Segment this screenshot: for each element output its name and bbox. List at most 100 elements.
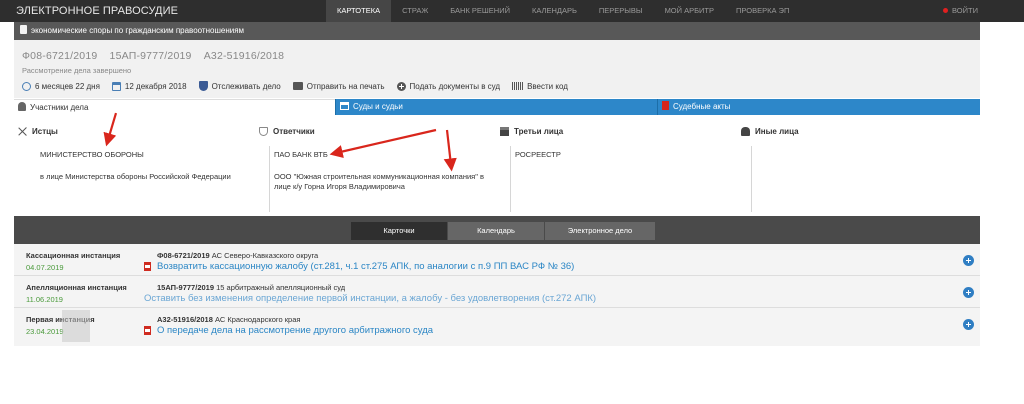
defendants-heading: Ответчики [259, 127, 315, 136]
instance-date: 04.07.2019 [26, 263, 64, 272]
third-parties-list: РОСРЕЕСТР [510, 146, 736, 212]
person-icon [18, 102, 26, 112]
instance-row-cassation: Кассационная инстанция 04.07.2019 Ф08-67… [14, 246, 980, 276]
case-numbers: Ф08-6721/2019 15АП-9777/2019 А32-51916/2… [22, 50, 293, 62]
case-number-cassation: Ф08-6721/2019 [22, 50, 98, 62]
instance-court-name: АС Северо-Кавказского округа [211, 251, 319, 260]
person-icon [741, 127, 750, 136]
barcode-icon [512, 82, 524, 90]
other-persons-heading: Иные лица [741, 127, 799, 136]
instance-level: Апелляционная инстанция [26, 283, 127, 292]
case-duration: 6 месяцев 22 дня [22, 81, 100, 91]
other-persons-title: Иные лица [755, 127, 799, 136]
nav-proverka-ep[interactable]: ПРОВЕРКА ЭП [725, 0, 800, 22]
plus-circle-icon [396, 81, 406, 91]
defendants-list: ПАО БАНК ВТБ ООО "Южная строительная ком… [269, 146, 495, 212]
top-navigation-bar: ЭЛЕКТРОННОЕ ПРАВОСУДИЕ КАРТОТЕКА СТРАЖ Б… [0, 0, 1024, 22]
track-case-button[interactable]: Отслеживать дело [198, 81, 281, 91]
plaintiffs-column: Истцы МИНИСТЕРСТВО ОБОРОНЫ в лице Минист… [18, 116, 256, 212]
instance-case-number: 15АП-9777/2019 [157, 283, 215, 292]
case-category-bar: экономические споры по гражданским право… [14, 22, 980, 40]
instance-act[interactable]: Возвратить кассационную жалобу (ст.281, … [144, 261, 574, 272]
enter-code-label: Ввести код [527, 81, 568, 91]
document-icon [20, 25, 27, 35]
instance-act-link[interactable]: Оставить без изменения определение перво… [144, 293, 596, 304]
courthouse-icon [340, 101, 349, 110]
case-meta-toolbar: 6 месяцев 22 дня 12 декабря 2018 Отслежи… [22, 81, 580, 91]
nav-kalendar[interactable]: КАЛЕНДАРЬ [521, 0, 588, 22]
instance-court: 15АП-9777/2019 15 арбитражный апелляцион… [157, 283, 345, 292]
nav-bank-resheniy[interactable]: БАНК РЕШЕНИЙ [439, 0, 521, 22]
third-parties-column: Третьи лица РОСРЕЕСТР [500, 116, 740, 212]
tab-calendar[interactable]: Календарь [448, 222, 545, 240]
tab-courts-judges[interactable]: Суды и судьи [335, 99, 657, 115]
date-text: 12 декабря 2018 [124, 81, 187, 91]
instance-level: Первая инстанция [26, 315, 95, 324]
defendants-title: Ответчики [273, 127, 315, 136]
pdf-icon [662, 101, 669, 111]
crossed-swords-icon [18, 127, 27, 136]
tab-cards[interactable]: Карточки [351, 222, 448, 240]
other-persons-list [751, 146, 976, 212]
instance-case-number: Ф08-6721/2019 [157, 251, 210, 260]
instance-court: Ф08-6721/2019 АС Северо-Кавказского окру… [157, 251, 318, 260]
tab-electronic-case[interactable]: Электронное дело [545, 222, 655, 240]
defendant-name[interactable]: ПАО БАНК ВТБ [274, 150, 495, 159]
duration-text: 6 месяцев 22 дня [35, 81, 100, 91]
pdf-icon[interactable] [144, 326, 151, 335]
shield-outline-icon [259, 127, 268, 136]
instance-act[interactable]: Оставить без изменения определение перво… [144, 293, 596, 304]
instance-act[interactable]: О передаче дела на рассмотрение другого … [144, 325, 433, 336]
login-link[interactable]: ВОЙТИ [943, 0, 978, 22]
pdf-icon[interactable] [144, 262, 151, 271]
app-title[interactable]: ЭЛЕКТРОННОЕ ПРАВОСУДИЕ [16, 5, 178, 17]
case-date: 12 декабря 2018 [111, 81, 187, 91]
case-category: экономические споры по гражданским право… [31, 26, 245, 35]
plaintiff-representative: в лице Министерства обороны Российской Ф… [40, 172, 231, 181]
third-party-name[interactable]: РОСРЕЕСТР [515, 150, 736, 159]
instance-act-link[interactable]: О передаче дела на рассмотрение другого … [157, 325, 433, 336]
defendant-second[interactable]: ООО "Южная строительная коммуникационная… [274, 172, 495, 192]
plaintiff-name[interactable]: МИНИСТЕРСТВО ОБОРОНЫ [40, 150, 252, 159]
case-header: Ф08-6721/2019 15АП-9777/2019 А32-51916/2… [14, 40, 980, 98]
calendar-icon [111, 81, 121, 91]
instance-level: Кассационная инстанция [26, 251, 121, 260]
expand-plus-icon[interactable] [963, 319, 974, 330]
enter-code-button[interactable]: Ввести код [512, 82, 568, 91]
tab-participants-label: Участники дела [30, 103, 89, 112]
login-label: ВОЙТИ [952, 6, 978, 15]
shield-icon [198, 81, 208, 91]
view-switcher: Карточки Календарь Электронное дело [351, 222, 655, 240]
main-nav: КАРТОТЕКА СТРАЖ БАНК РЕШЕНИЙ КАЛЕНДАРЬ П… [326, 0, 800, 22]
tab-judicial-acts[interactable]: Судебные акты [657, 99, 980, 115]
case-tabs: Участники дела Суды и судьи Судебные акт… [14, 99, 980, 115]
instance-court: А32-51916/2018 АС Краснодарского края [157, 315, 300, 324]
building-icon [500, 127, 509, 136]
print-label: Отправить на печать [306, 81, 385, 91]
instances-panel: Карточки Календарь Электронное дело Касс… [14, 216, 980, 346]
printer-icon [292, 82, 303, 90]
status-dot-icon [943, 7, 949, 13]
instance-act-link[interactable]: Возвратить кассационную жалобу (ст.281, … [157, 261, 574, 272]
expand-plus-icon[interactable] [963, 287, 974, 298]
plaintiffs-heading: Истцы [18, 127, 58, 136]
nav-pereryvy[interactable]: ПЕРЕРЫВЫ [588, 0, 654, 22]
third-parties-title: Третьи лица [514, 127, 564, 136]
track-case-label: Отслеживать дело [211, 81, 281, 91]
instance-court-name: АС Краснодарского края [214, 315, 301, 324]
expand-plus-icon[interactable] [963, 255, 974, 266]
tab-participants[interactable]: Участники дела [14, 99, 335, 115]
case-number-appeal: 15АП-9777/2019 [109, 50, 192, 62]
clock-icon [22, 81, 31, 91]
nav-strazh[interactable]: СТРАЖ [391, 0, 439, 22]
submit-documents-button[interactable]: Подать документы в суд [396, 81, 500, 91]
defendants-column: Ответчики ПАО БАНК ВТБ ООО "Южная строит… [259, 116, 499, 212]
nav-moy-arbitr[interactable]: МОЙ АРБИТР [654, 0, 725, 22]
print-button[interactable]: Отправить на печать [292, 81, 385, 91]
instance-row-first: Первая инстанция 23.04.2019 А32-51916/20… [14, 310, 980, 340]
other-persons-column: Иные лица [741, 116, 980, 212]
tab-acts-label: Судебные акты [673, 102, 731, 111]
instance-case-number: А32-51916/2018 [157, 315, 213, 324]
nav-kartoteka[interactable]: КАРТОТЕКА [326, 0, 392, 22]
third-parties-heading: Третьи лица [500, 127, 563, 136]
